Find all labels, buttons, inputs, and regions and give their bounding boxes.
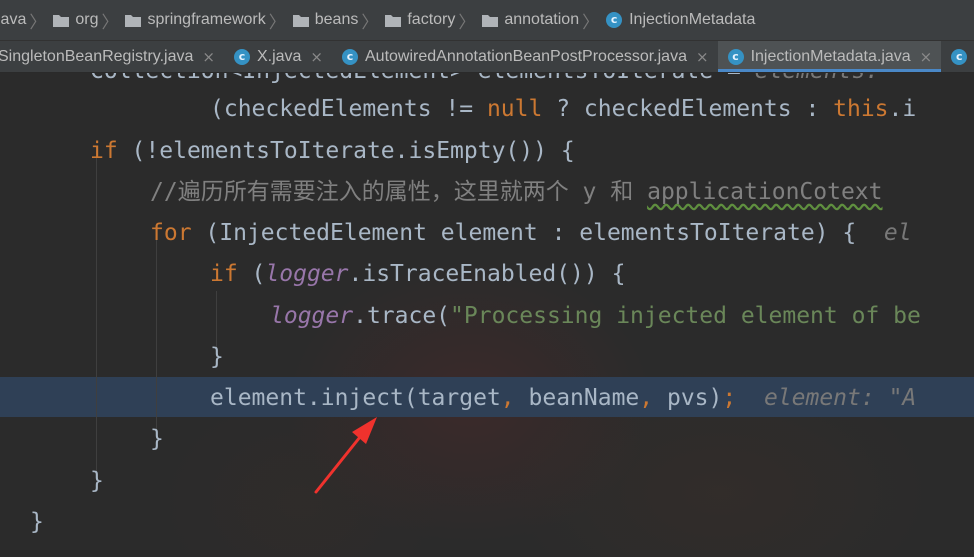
chevron-right-icon: 〉	[268, 12, 286, 32]
code-line-1: Collection<InjectedElement> elementsToIt…	[90, 73, 893, 90]
code-line-3: if (!elementsToIterate.isEmpty()) {	[90, 138, 575, 164]
close-icon[interactable]: ×	[696, 48, 709, 66]
code-line-10: }	[150, 426, 164, 452]
tab-overflow[interactable]: c	[941, 41, 974, 72]
breadcrumb-item-beans[interactable]: beans 〉	[292, 0, 386, 40]
code-line-7: logger.trace("Processing injected elemen…	[270, 303, 921, 329]
tab-label: AutowiredAnnotationBeanPostProcessor.jav…	[365, 47, 687, 65]
chevron-right-icon: 〉	[458, 12, 476, 32]
breadcrumb-label: springframework	[147, 11, 266, 28]
code-line-8: }	[210, 344, 224, 370]
chevron-right-icon: 〉	[361, 12, 379, 32]
folder-icon	[385, 14, 402, 27]
tab-injectionmetadata[interactable]: c InjectionMetadata.java ×	[717, 41, 942, 72]
indent-guide	[156, 233, 157, 439]
breadcrumb-item-java[interactable]: java 〉	[0, 0, 53, 40]
code-line-2: (checkedElements != null ? checkedElemen…	[210, 96, 917, 122]
tab-label: SingletonBeanRegistry.java	[0, 47, 194, 65]
folder-icon	[53, 14, 70, 27]
tab-label: X.java	[256, 47, 302, 65]
chevron-right-icon: 〉	[101, 12, 119, 32]
editor-tab-bar: SingletonBeanRegistry.java × c X.java × …	[0, 41, 974, 73]
code-line-11: }	[90, 468, 104, 494]
tab-x-java[interactable]: c X.java ×	[224, 41, 332, 72]
folder-icon	[292, 14, 309, 27]
breadcrumb-item-injectionmetadata[interactable]: c InjectionMetadata	[606, 0, 757, 40]
tab-autowiredannotationbeanpostprocessor[interactable]: c AutowiredAnnotationBeanPostProcessor.j…	[332, 41, 718, 72]
folder-icon	[482, 14, 499, 27]
code-line-6: if (logger.isTraceEnabled()) {	[210, 261, 626, 287]
code-line-12: }	[30, 509, 44, 535]
breadcrumb-label: org	[75, 11, 99, 28]
breadcrumb-label: annotation	[504, 11, 580, 28]
class-icon: c	[727, 48, 744, 65]
code-line-5: for (InjectedElement element : elementsT…	[150, 220, 912, 246]
chevron-right-icon: 〉	[582, 12, 600, 32]
breadcrumb-label: java	[0, 11, 27, 28]
folder-icon	[125, 14, 142, 27]
breadcrumb-item-factory[interactable]: factory 〉	[385, 0, 482, 40]
breadcrumb-label: InjectionMetadata	[629, 11, 756, 28]
class-icon: c	[606, 12, 623, 28]
class-icon: c	[233, 48, 250, 65]
class-icon: c	[342, 48, 358, 65]
tab-singletonbeanregistry[interactable]: SingletonBeanRegistry.java ×	[0, 41, 224, 72]
breadcrumb-label: factory	[407, 11, 456, 28]
breadcrumb-label: beans	[314, 11, 359, 28]
breadcrumb-item-org[interactable]: org 〉	[53, 0, 125, 40]
close-icon[interactable]: ×	[310, 48, 323, 66]
breadcrumb-item-annotation[interactable]: annotation 〉	[482, 0, 606, 40]
code-line-4: //遍历所有需要注入的属性，这里就两个 y 和 applicationCotex…	[150, 179, 883, 205]
chevron-right-icon: 〉	[29, 12, 47, 32]
code-line-9-current: element.inject(target, beanName, pvs); e…	[210, 385, 917, 411]
tab-label: InjectionMetadata.java	[750, 47, 911, 65]
close-icon[interactable]: ×	[920, 48, 933, 66]
close-icon[interactable]: ×	[202, 48, 215, 66]
breadcrumb: java 〉 org 〉 springframework 〉 beans 〉 f…	[0, 0, 974, 41]
breadcrumb-item-springframework[interactable]: springframework 〉	[125, 0, 292, 40]
indent-guide	[96, 151, 97, 481]
class-icon: c	[951, 48, 968, 65]
code-editor[interactable]: Collection<InjectedElement> elementsToIt…	[0, 73, 974, 557]
